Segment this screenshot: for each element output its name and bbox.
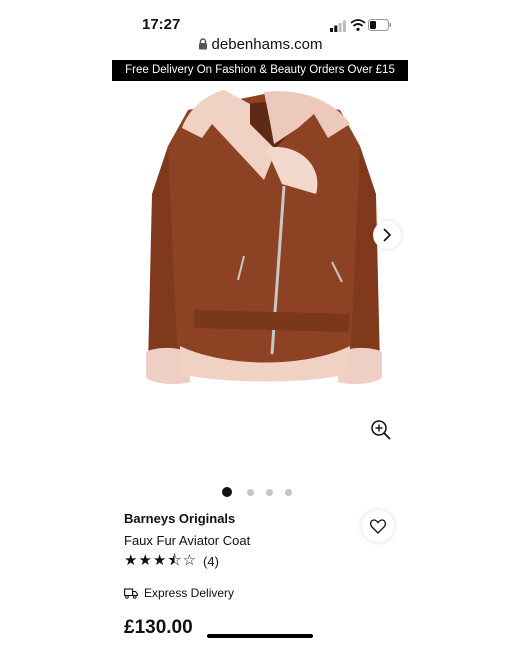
address-bar[interactable]: debenhams.com xyxy=(112,36,408,53)
product-brand[interactable]: Barneys Originals xyxy=(124,511,235,526)
gallery-pagination xyxy=(220,487,300,499)
star-full-icon: ★ xyxy=(152,552,167,569)
gallery-dot-4[interactable] xyxy=(285,489,292,496)
phone-screen: 17:27 debenhams.com Free Delivery On Fas… xyxy=(112,0,408,650)
review-count[interactable]: (4) xyxy=(203,554,219,569)
home-indicator[interactable] xyxy=(207,634,313,638)
zoom-in-icon[interactable] xyxy=(370,419,392,441)
status-bar: 17:27 xyxy=(112,14,408,36)
cellular-signal-icon xyxy=(330,20,346,32)
promo-banner[interactable]: Free Delivery On Fashion & Beauty Orders… xyxy=(112,60,408,81)
wifi-icon xyxy=(350,19,366,31)
truck-icon xyxy=(124,587,138,599)
product-name: Faux Fur Aviator Coat xyxy=(124,533,251,548)
delivery-info: Express Delivery xyxy=(124,586,234,600)
gallery-dot-3[interactable] xyxy=(266,489,273,496)
wishlist-button[interactable] xyxy=(362,510,394,542)
lock-icon xyxy=(198,38,207,50)
delivery-label: Express Delivery xyxy=(144,586,235,600)
gallery-dot-1[interactable] xyxy=(222,487,232,497)
url-text: debenhams.com xyxy=(211,36,323,53)
star-full-icon: ★ xyxy=(138,552,152,569)
status-time: 17:27 xyxy=(142,16,181,33)
product-rating[interactable]: ★ ★ ★ ⯪ ☆ (4) xyxy=(124,553,219,569)
product-price: £130.00 xyxy=(124,617,193,638)
promo-banner-text: Free Delivery On Fashion & Beauty Orders… xyxy=(125,64,395,76)
star-empty-icon: ☆ xyxy=(182,552,197,569)
chevron-right-icon xyxy=(383,228,392,242)
star-half-icon: ⯪ xyxy=(167,552,182,569)
product-image[interactable] xyxy=(146,84,382,384)
battery-icon xyxy=(368,19,391,31)
next-image-button[interactable] xyxy=(373,221,401,249)
gallery-dot-2[interactable] xyxy=(247,489,254,496)
heart-icon xyxy=(370,518,386,534)
star-full-icon: ★ xyxy=(124,552,138,569)
